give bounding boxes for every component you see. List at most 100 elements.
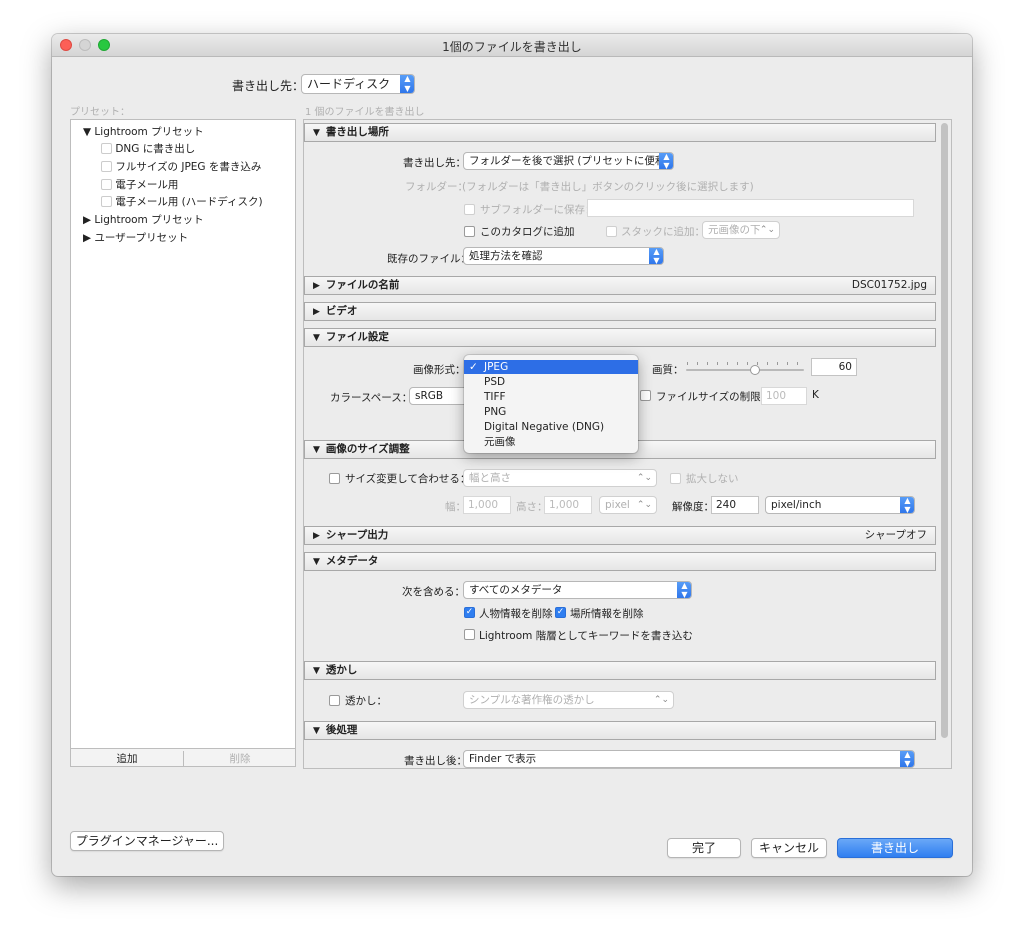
- watermark-label: 透かし：: [345, 695, 387, 707]
- after-export-select[interactable]: Finder で表示 ▲ ▼: [463, 750, 915, 768]
- plugin-manager-button[interactable]: プラグインマネージャー...: [70, 831, 224, 851]
- export-to-select[interactable]: ハードディスク ▲ ▼: [301, 74, 415, 94]
- select-value: すべてのメタデータ: [469, 584, 563, 596]
- existing-files-label: 既存のファイル：: [387, 253, 471, 265]
- menu-item-label: 元画像: [484, 436, 516, 448]
- color-space-select[interactable]: sRGB: [409, 387, 469, 405]
- format-option-tiff[interactable]: TIFF: [464, 390, 638, 404]
- watermark-checkbox[interactable]: [329, 695, 340, 706]
- menu-item-label: PSD: [484, 376, 506, 388]
- disclosure-open-icon: ▼: [313, 128, 320, 138]
- section-watermark[interactable]: ▼ 透かし: [304, 661, 936, 680]
- resolution-label: 解像度：: [672, 501, 714, 513]
- select-value: シンプルな著作権の透かし: [469, 694, 595, 706]
- preset-item-label: DNG に書き出し: [115, 143, 196, 155]
- section-file-naming[interactable]: ▶ ファイルの名前 DSC01752.jpg: [304, 276, 936, 295]
- format-option-dng[interactable]: Digital Negative (DNG): [464, 420, 638, 434]
- size-unit-select[interactable]: pixel ⌃⌄: [599, 496, 657, 514]
- dont-enlarge-checkbox[interactable]: [670, 473, 681, 484]
- scrollbar-track[interactable]: [940, 121, 949, 767]
- format-option-png[interactable]: PNG: [464, 405, 638, 419]
- resolution-unit-select[interactable]: pixel/inch ▲ ▼: [765, 496, 915, 514]
- preset-item[interactable]: 電子メール用: [101, 177, 178, 192]
- watermark-select[interactable]: シンプルな著作権の透かし ⌃⌄: [463, 691, 674, 709]
- section-title: ビデオ: [325, 305, 358, 317]
- location-export-to-select[interactable]: フォルダーを後で選択 (プリセットに便利) ▲ ▼: [463, 152, 674, 170]
- section-export-location[interactable]: ▼ 書き出し場所: [304, 123, 936, 142]
- section-file-settings[interactable]: ▼ ファイル設定: [304, 328, 936, 347]
- menu-item-label: PNG: [484, 406, 507, 418]
- subfolder-input[interactable]: [587, 199, 914, 217]
- add-to-stack-checkbox[interactable]: [606, 226, 617, 237]
- section-title: 後処理: [325, 724, 358, 736]
- resize-label: サイズ変更して合わせる：: [345, 473, 471, 485]
- remove-preset-button[interactable]: 削除: [184, 751, 296, 766]
- select-value: フォルダーを後で選択 (プリセットに便利): [469, 155, 670, 167]
- subfolder-checkbox[interactable]: [464, 204, 475, 215]
- existing-files-select[interactable]: 処理方法を確認 ▲ ▼: [463, 247, 664, 265]
- quality-slider[interactable]: [686, 361, 804, 375]
- resize-mode-select[interactable]: 幅と高さ ⌃⌄: [463, 469, 657, 487]
- remove-location-checkbox[interactable]: ✓: [555, 607, 566, 618]
- preset-checkbox: [101, 161, 112, 172]
- preset-item-label: フルサイズの JPEG を書き込み: [115, 161, 262, 173]
- remove-person-checkbox[interactable]: ✓: [464, 607, 475, 618]
- format-option-psd[interactable]: PSD: [464, 375, 638, 389]
- section-sharpening[interactable]: ▶ シャープ出力 シャープオフ: [304, 526, 936, 545]
- location-export-to-label: 書き出し先：: [403, 157, 466, 169]
- limit-size-input[interactable]: 100: [761, 387, 807, 405]
- select-chevron-icon: ▲ ▼: [659, 153, 673, 169]
- section-title: シャープ出力: [325, 529, 389, 541]
- preset-group-lightroom-2[interactable]: ▶ Lightroom プリセット: [83, 212, 204, 227]
- disclosure-open-icon: ▼: [313, 666, 320, 676]
- limit-size-checkbox[interactable]: [640, 390, 651, 401]
- section-title: ファイルの名前: [325, 279, 400, 291]
- preset-checkbox: [101, 196, 112, 207]
- disclosure-closed-icon: ▶: [313, 531, 320, 541]
- write-keywords-checkbox[interactable]: [464, 629, 475, 640]
- section-title: 透かし: [325, 664, 358, 676]
- scrollbar-thumb[interactable]: [941, 123, 948, 738]
- resolution-input[interactable]: 240: [711, 496, 759, 514]
- metadata-include-select[interactable]: すべてのメタデータ ▲ ▼: [463, 581, 692, 599]
- preset-item[interactable]: DNG に書き出し: [101, 141, 195, 156]
- section-video[interactable]: ▶ ビデオ: [304, 302, 936, 321]
- folder-label: フォルダー：: [405, 181, 468, 193]
- chevron-updown-icon: ⌃⌄: [636, 473, 652, 483]
- preset-item[interactable]: 電子メール用 (ハードディスク): [101, 194, 263, 209]
- add-to-catalog-checkbox[interactable]: [464, 226, 475, 237]
- section-title: 書き出し場所: [325, 126, 389, 138]
- format-option-original[interactable]: 元画像: [464, 435, 638, 449]
- remove-person-label: 人物情報を削除: [479, 608, 553, 620]
- export-button[interactable]: 書き出し: [837, 838, 953, 858]
- menu-item-label: Digital Negative (DNG): [484, 421, 605, 433]
- quality-input[interactable]: 60: [811, 358, 857, 376]
- write-keywords-label: Lightroom 階層としてキーワードを書き込む: [479, 630, 693, 642]
- stack-position-select[interactable]: 元画像の下 ⌃⌄: [702, 221, 780, 239]
- format-option-jpeg[interactable]: ✓ JPEG: [464, 360, 638, 374]
- quality-label: 画質：: [652, 364, 684, 376]
- disclosure-open-icon: ▼: [313, 445, 320, 455]
- select-chevron-icon: ▲ ▼: [900, 751, 914, 767]
- export-subtitle: 1 個のファイルを書き出し: [305, 107, 425, 118]
- height-input[interactable]: 1,000: [544, 496, 592, 514]
- disclosure-closed-icon: ▶: [83, 214, 92, 226]
- section-post-processing[interactable]: ▼ 後処理: [304, 721, 936, 740]
- preset-item[interactable]: フルサイズの JPEG を書き込み: [101, 159, 261, 174]
- preset-group-user[interactable]: ▶ ユーザープリセット: [83, 230, 188, 245]
- menu-item-label: JPEG: [484, 361, 509, 373]
- done-button[interactable]: 完了: [667, 838, 741, 858]
- cancel-button[interactable]: キャンセル: [751, 838, 827, 858]
- preset-item-label: 電子メール用 (ハードディスク): [115, 196, 263, 208]
- preset-group-lightroom[interactable]: ▼ Lightroom プリセット: [83, 124, 204, 139]
- disclosure-open-icon: ▼: [313, 557, 320, 567]
- resize-checkbox[interactable]: [329, 473, 340, 484]
- section-metadata[interactable]: ▼ メタデータ: [304, 552, 936, 571]
- disclosure-closed-icon: ▶: [313, 281, 320, 291]
- color-space-label: カラースペース：: [330, 392, 413, 404]
- file-naming-summary: DSC01752.jpg: [851, 279, 927, 291]
- export-to-label: 書き出し先：: [232, 79, 305, 93]
- width-input[interactable]: 1,000: [463, 496, 511, 514]
- add-preset-button[interactable]: 追加: [71, 751, 184, 766]
- preset-item-label: 電子メール用: [115, 179, 179, 191]
